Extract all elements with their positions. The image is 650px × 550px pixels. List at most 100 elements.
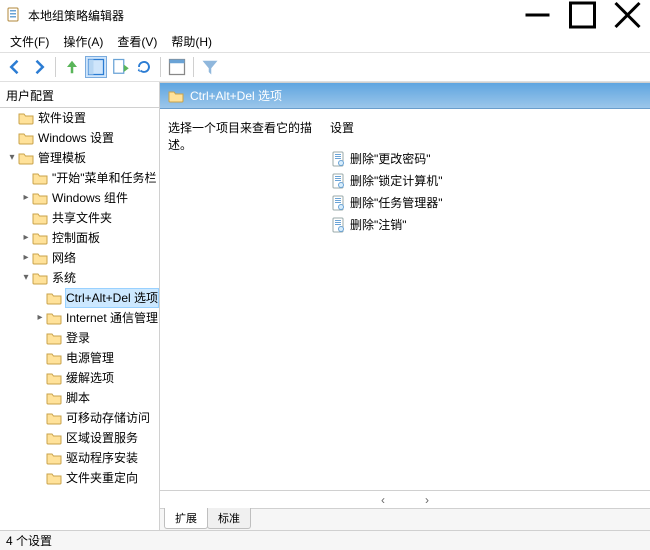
tree-node-label: 控制面板: [52, 229, 100, 247]
tree-node-label: 文件夹重定向: [66, 469, 138, 487]
folder-icon: [46, 330, 62, 346]
folder-icon: [168, 88, 184, 104]
export-button[interactable]: [109, 56, 131, 78]
show-tree-button[interactable]: [85, 56, 107, 78]
policy-icon: [330, 151, 346, 167]
properties-button[interactable]: [166, 56, 188, 78]
caret-down-icon[interactable]: ▾: [6, 149, 18, 167]
window-controls: [515, 0, 650, 30]
list-item-label: 删除"任务管理器": [350, 194, 443, 212]
forward-button[interactable]: [28, 56, 50, 78]
policy-icon: [330, 195, 346, 211]
up-button[interactable]: [61, 56, 83, 78]
folder-icon: [46, 450, 62, 466]
status-text: 4 个设置: [6, 532, 52, 549]
tree: ▸软件设置▸Windows 设置▾管理模板▸"开始"菜单和任务栏▸Windows…: [0, 108, 159, 488]
tree-node-label: 脚本: [66, 389, 90, 407]
tree-node[interactable]: ▸缓解选项: [0, 368, 159, 388]
description-text: 选择一个项目来查看它的描述。: [168, 119, 312, 153]
tree-node[interactable]: ▾ 管理模板: [0, 148, 159, 168]
tree-node-label: 驱动程序安装: [66, 449, 138, 467]
tree-node[interactable]: ▸Windows 组件: [0, 188, 159, 208]
menu-action[interactable]: 操作(A): [57, 31, 109, 52]
folder-icon: [46, 430, 62, 446]
tree-node[interactable]: ▸文件夹重定向: [0, 468, 159, 488]
folder-icon: [46, 370, 62, 386]
folder-icon: [46, 310, 62, 326]
caret-right-icon[interactable]: ▸: [34, 309, 46, 327]
column-header-setting[interactable]: 设置: [328, 115, 642, 148]
tree-node[interactable]: ▸电源管理: [0, 348, 159, 368]
folder-icon: [18, 110, 34, 126]
folder-icon: [32, 170, 48, 186]
tree-node[interactable]: ▸ 控制面板: [0, 228, 159, 248]
caret-right-icon[interactable]: ▸: [20, 249, 32, 267]
tree-node-label: 缓解选项: [66, 369, 114, 387]
list-item[interactable]: 删除"注销": [328, 214, 642, 236]
policy-icon: [330, 173, 346, 189]
settings-list[interactable]: 设置 删除"更改密码" 删除"锁定计算机" 删除"任务管理器" 删除"注销": [320, 109, 650, 490]
folder-icon: [46, 290, 62, 306]
tree-node-label: 区域设置服务: [66, 429, 138, 447]
scroll-right-icon[interactable]: ›: [425, 493, 429, 507]
menu-file[interactable]: 文件(F): [4, 31, 55, 52]
tree-node[interactable]: ▸ Internet 通信管理: [0, 308, 159, 328]
tree-root-title: 用户配置: [0, 84, 159, 108]
caret-right-icon[interactable]: ▸: [20, 229, 32, 247]
menu-view[interactable]: 查看(V): [111, 31, 163, 52]
folder-icon: [32, 250, 48, 266]
tree-node[interactable]: ▾ 系统: [0, 268, 159, 288]
caret-down-icon[interactable]: ▾: [20, 269, 32, 287]
tree-node-label: 可移动存储访问: [66, 409, 150, 427]
toolbar-separator: [55, 57, 56, 77]
tree-node-label: Windows 设置: [38, 129, 114, 147]
tree-node-label: 共享文件夹: [52, 209, 112, 227]
toolbar: [0, 52, 650, 82]
list-item-label: 删除"锁定计算机": [350, 172, 443, 190]
tree-node[interactable]: ▸网络: [0, 248, 159, 268]
tree-node-label: 登录: [66, 329, 90, 347]
folder-icon: [32, 230, 48, 246]
caret-right-icon[interactable]: ▸: [20, 189, 32, 207]
folder-icon: [46, 390, 62, 406]
maximize-button[interactable]: [560, 0, 605, 30]
details-body: 选择一个项目来查看它的描述。 设置 删除"更改密码" 删除"锁定计算机" 删除"任务…: [160, 109, 650, 490]
filter-button[interactable]: [199, 56, 221, 78]
list-item[interactable]: 删除"锁定计算机": [328, 170, 642, 192]
window-title: 本地组策略编辑器: [28, 7, 124, 24]
minimize-button[interactable]: [515, 0, 560, 30]
content-area: 用户配置 ▸软件设置▸Windows 设置▾管理模板▸"开始"菜单和任务栏▸Wi…: [0, 82, 650, 530]
tree-node-label: 系统: [52, 269, 76, 287]
tree-pane[interactable]: 用户配置 ▸软件设置▸Windows 设置▾管理模板▸"开始"菜单和任务栏▸Wi…: [0, 82, 160, 530]
title-bar: 本地组策略编辑器: [0, 0, 650, 30]
tree-node[interactable]: ▸共享文件夹: [0, 208, 159, 228]
details-tabs: 扩展 标准: [160, 508, 650, 530]
tree-node-label: 软件设置: [38, 109, 86, 127]
menu-help[interactable]: 帮助(H): [165, 31, 218, 52]
tree-node[interactable]: ▸"开始"菜单和任务栏: [0, 168, 159, 188]
folder-icon: [32, 190, 48, 206]
close-button[interactable]: [605, 0, 650, 30]
tree-node[interactable]: ▸Windows 设置: [0, 128, 159, 148]
scroll-left-icon[interactable]: ‹: [381, 493, 385, 507]
tab-extended[interactable]: 扩展: [164, 508, 208, 529]
tree-node-label: Internet 通信管理: [66, 309, 158, 327]
back-button[interactable]: [4, 56, 26, 78]
list-item[interactable]: 删除"更改密码": [328, 148, 642, 170]
tree-node-label: "开始"菜单和任务栏: [52, 169, 157, 187]
tree-node[interactable]: ▸区域设置服务: [0, 428, 159, 448]
tree-node[interactable]: ▸登录: [0, 328, 159, 348]
tree-node[interactable]: ▸软件设置: [0, 108, 159, 128]
folder-icon: [18, 150, 34, 166]
list-item[interactable]: 删除"任务管理器": [328, 192, 642, 214]
tree-node[interactable]: ▸可移动存储访问: [0, 408, 159, 428]
tab-standard[interactable]: 标准: [207, 508, 251, 529]
tree-node[interactable]: ▸驱动程序安装: [0, 448, 159, 468]
tree-node-label: 管理模板: [38, 149, 86, 167]
horizontal-scrollbar[interactable]: ‹ ›: [160, 490, 650, 508]
policy-icon: [330, 217, 346, 233]
refresh-button[interactable]: [133, 56, 155, 78]
tree-node[interactable]: ▸脚本: [0, 388, 159, 408]
tree-node[interactable]: ▸Ctrl+Alt+Del 选项: [0, 288, 159, 308]
list-item-label: 删除"更改密码": [350, 150, 431, 168]
